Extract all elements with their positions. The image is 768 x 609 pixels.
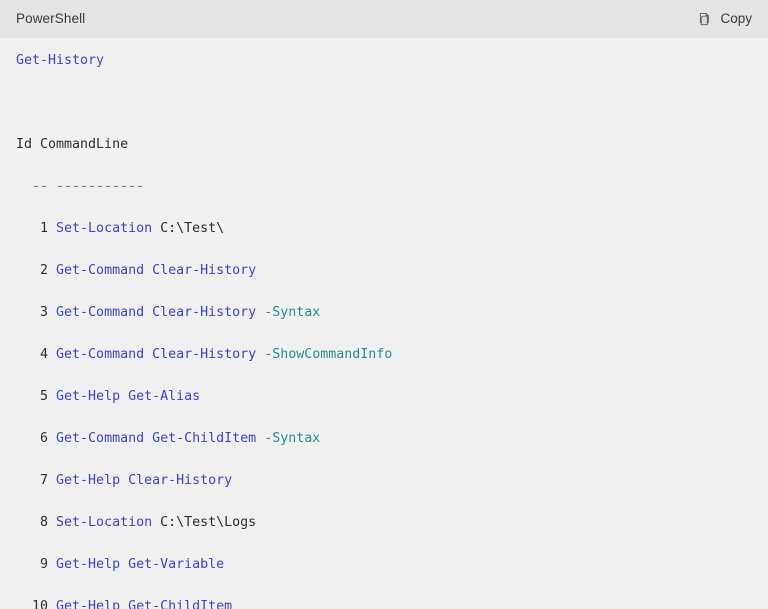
code-block-header: PowerShell Copy xyxy=(0,0,768,38)
powershell-code-block: PowerShell Copy Get-History Id CommandLi… xyxy=(0,0,768,609)
code-line: 5 Get-Help Get-Alias xyxy=(16,386,768,407)
code-line: Get-History xyxy=(16,50,768,71)
code-token-num: 5 xyxy=(16,389,57,404)
copy-pages-icon xyxy=(698,12,713,27)
code-token-cmd: Set-Location xyxy=(56,221,153,236)
code-line: 3 Get-Command Clear-History -Syntax xyxy=(16,302,768,323)
code-token-num: 9 xyxy=(16,557,57,572)
code-token-plain: C:\Test\Logs xyxy=(152,515,257,530)
code-token-cmd: Get-Command Clear-History xyxy=(56,347,257,362)
code-token-cmd: Set-Location xyxy=(56,515,153,530)
code-token-cmd: Get-Help Clear-History xyxy=(56,473,233,488)
code-token-cmd: Get-Command Clear-History xyxy=(56,263,257,278)
code-content-area: Get-History Id CommandLine -- ----------… xyxy=(0,38,768,609)
code-token-num: 8 xyxy=(16,515,57,530)
code-line: 4 Get-Command Clear-History -ShowCommand… xyxy=(16,344,768,365)
code-line: -- ----------- xyxy=(16,176,768,197)
code-line: 9 Get-Help Get-Variable xyxy=(16,554,768,575)
copy-button[interactable]: Copy xyxy=(696,10,754,29)
code-line: 6 Get-Command Get-ChildItem -Syntax xyxy=(16,428,768,449)
language-label: PowerShell xyxy=(16,11,86,27)
code-token-plain: C:\Test\ xyxy=(152,221,225,236)
code-token-param: -Syntax xyxy=(264,305,321,320)
code-token-param: -Syntax xyxy=(264,431,321,446)
code-line: 8 Set-Location C:\Test\Logs xyxy=(16,512,768,533)
code-token-rule: -- ----------- xyxy=(16,179,145,194)
code-token-cmd: Get-Command Clear-History xyxy=(56,305,257,320)
code-token-num: 4 xyxy=(16,347,57,362)
code-text[interactable]: Get-History Id CommandLine -- ----------… xyxy=(16,50,768,609)
code-token-num: 6 xyxy=(16,431,57,446)
copy-button-label: Copy xyxy=(720,11,752,27)
code-line: 10 Get-Help Get-ChildItem xyxy=(16,596,768,609)
code-token-num: 1 xyxy=(16,221,57,236)
code-token-num: 3 xyxy=(16,305,57,320)
code-line: 1 Set-Location C:\Test\ xyxy=(16,218,768,239)
code-token-num: 7 xyxy=(16,473,57,488)
code-token-num: 10 xyxy=(16,599,57,609)
code-token-cmd: Get-History xyxy=(16,53,105,68)
code-line: 7 Get-Help Clear-History xyxy=(16,470,768,491)
code-line: 2 Get-Command Clear-History xyxy=(16,260,768,281)
code-token-cmd: Get-Help Get-Variable xyxy=(56,557,225,572)
code-token-num: 2 xyxy=(16,263,57,278)
code-token-cmd: Get-Help Get-Alias xyxy=(56,389,201,404)
code-token-cmd: Get-Help Get-ChildItem xyxy=(56,599,233,609)
code-token-param: -ShowCommandInfo xyxy=(264,347,393,362)
code-token-cmd: Get-Command Get-ChildItem xyxy=(56,431,257,446)
code-line: Id CommandLine xyxy=(16,134,768,155)
code-token-head: Id CommandLine xyxy=(16,137,129,152)
